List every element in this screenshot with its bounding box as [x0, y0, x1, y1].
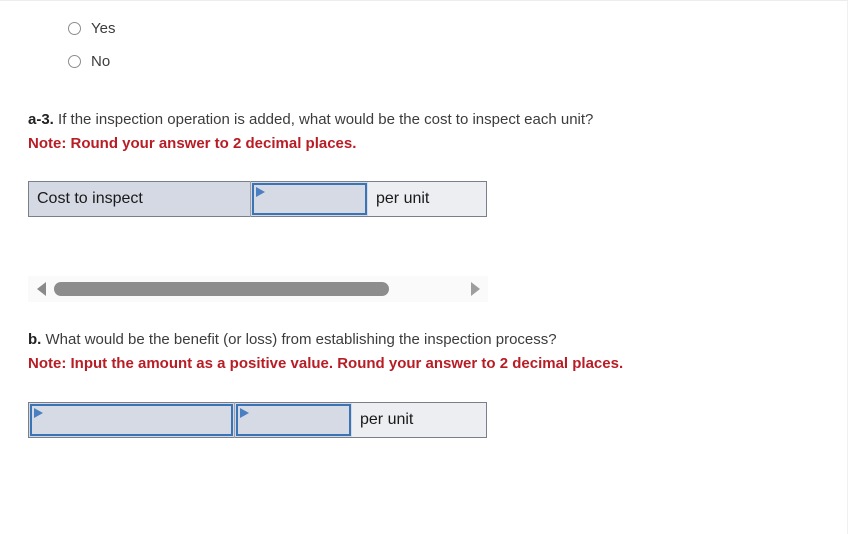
- scrollbar-thumb[interactable]: [54, 282, 389, 296]
- question-a3-label: a-3.: [28, 111, 54, 128]
- question-b-body: What would be the benefit (or loss) from…: [45, 331, 557, 348]
- triangle-right-icon: [470, 282, 480, 296]
- cost-to-inspect-input[interactable]: [252, 183, 367, 215]
- table-row: per unit: [28, 402, 487, 438]
- scrollbar-track[interactable]: [54, 276, 462, 302]
- question-b-label: b.: [28, 331, 42, 348]
- question-a3-text: a-3. If the inspection operation is adde…: [28, 109, 828, 130]
- benefit-unit: per unit: [352, 402, 487, 438]
- question-b-note: Note: Input the amount as a positive val…: [28, 355, 624, 372]
- benefit-per-unit-input-cell[interactable]: [234, 402, 352, 438]
- answer-table-a3: Cost to inspect per unit: [28, 181, 487, 217]
- radio-option-no[interactable]: No: [68, 49, 115, 73]
- question-b: b. What would be the benefit (or loss) f…: [28, 329, 828, 374]
- radio-button-yes-icon[interactable]: [68, 21, 81, 35]
- benefit-amount-input[interactable]: [30, 404, 233, 436]
- radio-button-no-icon[interactable]: [68, 54, 81, 68]
- cost-to-inspect-unit: per unit: [368, 181, 487, 217]
- question-a3: a-3. If the inspection operation is adde…: [28, 109, 828, 154]
- triangle-left-icon: [36, 282, 46, 296]
- radio-option-no-label: No: [91, 52, 111, 70]
- question-b-text: b. What would be the benefit (or loss) f…: [28, 329, 828, 350]
- cost-to-inspect-label: Cost to inspect: [28, 181, 251, 217]
- question-a3-note: Note: Round your answer to 2 decimal pla…: [28, 135, 357, 152]
- benefit-amount-input-cell[interactable]: [28, 402, 235, 438]
- horizontal-scrollbar[interactable]: [28, 276, 488, 302]
- benefit-per-unit-input[interactable]: [236, 404, 351, 436]
- scroll-right-arrow-icon[interactable]: [462, 276, 488, 302]
- table-row: Cost to inspect per unit: [28, 181, 487, 217]
- radio-group-inspection-added: Yes No: [68, 16, 115, 82]
- scroll-left-arrow-icon[interactable]: [28, 276, 54, 302]
- cost-to-inspect-input-cell[interactable]: [250, 181, 368, 217]
- radio-option-yes-label: Yes: [91, 19, 116, 37]
- answer-table-b: per unit: [28, 402, 487, 438]
- question-a3-body: If the inspection operation is added, wh…: [58, 111, 594, 128]
- radio-option-yes[interactable]: Yes: [68, 16, 115, 40]
